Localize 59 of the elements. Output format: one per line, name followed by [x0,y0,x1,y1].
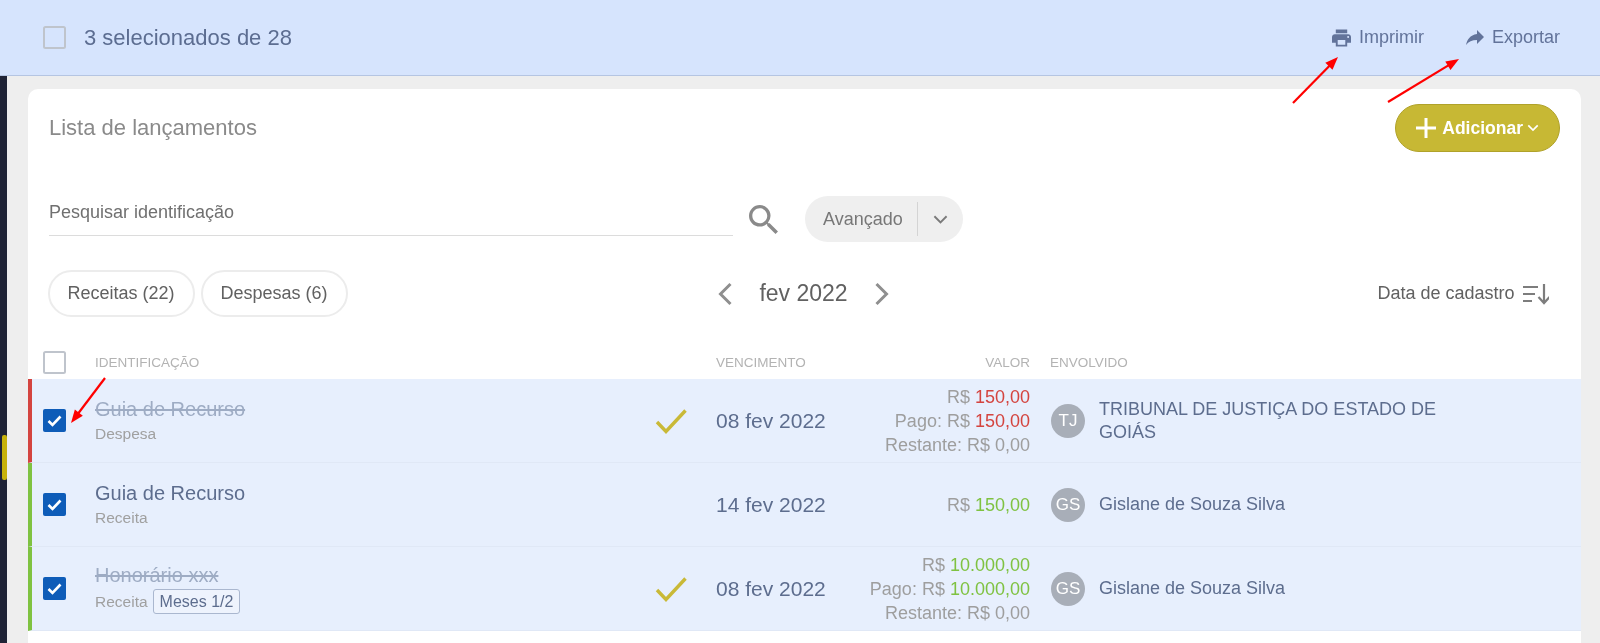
column-header: IDENTIFICAÇÃO [95,354,201,370]
chevron-right-icon[interactable] [873,281,890,306]
filter-chip[interactable]: Despesas (6) [200,270,348,317]
amount-text: R$ 10.000,00 [921,553,1030,577]
caret-icon [1527,124,1539,132]
chevron-left-icon[interactable] [717,281,734,306]
entry-type: Receita [95,507,148,528]
entry-type: Despesa [95,423,157,444]
avatar: GS [1051,487,1085,522]
sort-button[interactable]: Data de cadastro [1377,282,1549,305]
column-header: ENVOLVIDO [1049,354,1129,370]
entry-type: Receita [95,591,148,612]
avatar: TJ [1051,403,1085,438]
share-arrow-icon [1465,30,1484,45]
person-name: Gislane de Souza Silva [1099,493,1287,516]
entry-title: Guia de Recurso [95,396,246,421]
plus-icon [1416,118,1437,138]
due-date: 14 fev 2022 [716,492,827,517]
filter-chip[interactable]: Receitas (22) [47,270,195,317]
amount-text: Pago: R$ 10.000,00 [869,577,1030,601]
panel-title: Lista de lançamentos [49,115,257,141]
amount-text: Restante: R$ 0,00 [884,601,1030,625]
period-label: fev 2022 [759,280,848,307]
entry-title: Guia de Recurso [95,480,246,505]
checkbox[interactable] [43,350,66,374]
checkbox[interactable] [43,26,66,49]
installment-tag: Meses 1/2 [152,589,241,614]
print-button[interactable]: Imprimir [1331,22,1424,53]
due-date: 08 fev 2022 [716,576,827,601]
search-icon[interactable] [749,204,778,234]
export-button[interactable]: Exportar [1465,22,1560,53]
column-header: VALOR [984,354,1030,370]
checkbox[interactable] [43,409,66,432]
checkmark-icon [655,407,687,434]
annotation-arrow [1387,59,1459,103]
selection-summary: 3 selecionados de 28 [84,24,292,51]
avatar: GS [1051,571,1085,606]
checkbox[interactable] [43,493,66,516]
column-header: VENCIMENTO [716,354,807,370]
person-name: Gislane de Souza Silva [1099,577,1287,600]
amount-text: R$ 150,00 [946,493,1030,517]
chevron-down-icon [932,214,948,224]
due-date: 08 fev 2022 [716,408,827,433]
sort-icon [1522,282,1549,305]
table-row[interactable]: Guia de Recurso Despesa 08 fev 2022 R$ 150,00 Pago: R$ 150,00 Restante: R$ 0,00 TJ TRIBUNAL DE JUSTIÇA DO ESTADO DE GOIÁS [27,379,1581,463]
person-name: TRIBUNAL DE JUSTIÇA DO ESTADO DE GOIÁS [1099,397,1438,444]
checkmark-icon [655,575,687,602]
entry-title: Honorário xxx [95,563,219,587]
amount-text: R$ 150,00 [946,385,1030,409]
search-field[interactable]: Pesquisar identificação [49,196,733,236]
table-row[interactable]: Guia de Recurso Receita 14 fev 2022 R$ 150,00 GS Gislane de Souza Silva [27,463,1581,547]
table-row[interactable]: Honorário xxx Receita Meses 1/2 08 fev 2022 R$ 10.000,00 Pago: R$ 10.000,00 Restante: R$ 0,00 GS Gislane de Souza Silva [27,547,1581,631]
annotation-arrow [1292,57,1338,104]
printer-icon [1331,28,1351,47]
advanced-button[interactable]: Avançado [805,196,917,242]
amount-text: Pago: R$ 150,00 [894,409,1030,433]
checkbox[interactable] [43,577,66,600]
amount-text: Restante: R$ 0,00 [884,433,1030,457]
scrollbar-thumb[interactable] [1,435,7,480]
